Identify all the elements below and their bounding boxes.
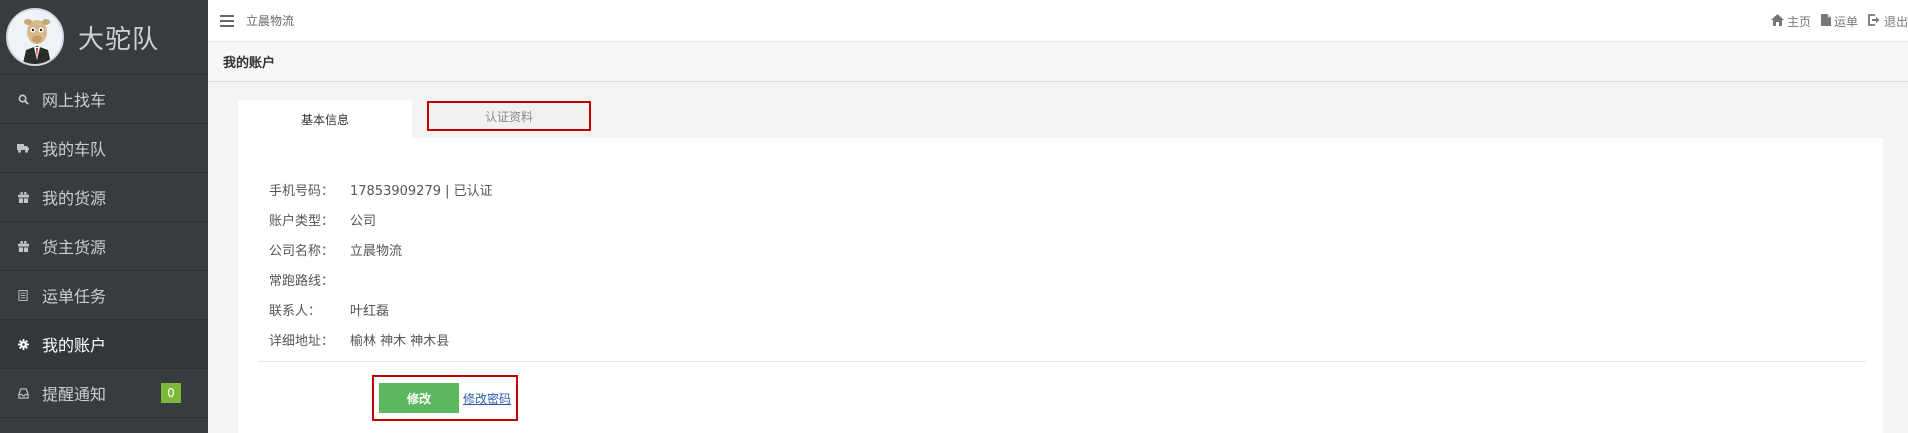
account-actions: 修改 修改密码 bbox=[372, 375, 518, 421]
gear-icon bbox=[16, 337, 30, 351]
sidebar: 大驼队 网上找车 我的车队 我的货源 货主货源 运单任务 我的账户 提醒通知 0 bbox=[0, 0, 208, 433]
home-icon bbox=[1770, 13, 1787, 29]
camel-logo-avatar bbox=[6, 8, 64, 66]
account-type-row: 账户类型： 公司 bbox=[269, 204, 493, 234]
contact-value: 叶红磊 bbox=[350, 303, 390, 319]
top-links: 主页 运单 退出 bbox=[1761, 0, 1908, 42]
sidebar-item-shipper-cargo[interactable]: 货主货源 bbox=[0, 222, 208, 271]
company-row: 公司名称： 立晨物流 bbox=[269, 234, 493, 264]
gift-icon bbox=[16, 239, 30, 253]
logout-icon bbox=[1868, 13, 1884, 29]
home-link[interactable]: 主页 bbox=[1770, 13, 1811, 30]
page-title: 我的账户 bbox=[208, 42, 1908, 82]
phone-label: 手机号码： bbox=[269, 183, 335, 199]
edit-button[interactable]: 修改 bbox=[379, 383, 459, 413]
tab-certification[interactable]: 认证资料 bbox=[427, 101, 591, 131]
file-icon bbox=[1820, 13, 1834, 29]
logout-link-label: 退出 bbox=[1883, 14, 1908, 29]
account-type-label: 账户类型： bbox=[269, 213, 335, 229]
gift-icon bbox=[16, 190, 30, 204]
menu-toggle-icon[interactable] bbox=[220, 14, 234, 27]
sidebar-item-label: 我的货源 bbox=[42, 189, 107, 208]
sidebar-item-label: 网上找车 bbox=[42, 91, 107, 110]
company-label: 公司名称： bbox=[269, 243, 335, 259]
truck-icon bbox=[16, 141, 30, 155]
route-row: 常跑路线： bbox=[269, 264, 493, 294]
waybill-link-label: 运单 bbox=[1833, 14, 1858, 29]
sidebar-item-label: 货主货源 bbox=[42, 238, 107, 257]
sidebar-item-my-cargo[interactable]: 我的货源 bbox=[0, 173, 208, 222]
basic-info-panel: 手机号码： 17853909279 | 已认证 账户类型： 公司 公司名称： 立… bbox=[238, 138, 1883, 433]
contact-row: 联系人： 叶红磊 bbox=[269, 294, 493, 324]
tab-basic-info[interactable]: 基本信息 bbox=[238, 100, 412, 138]
sidebar-item-find-vehicle[interactable]: 网上找车 bbox=[0, 75, 208, 124]
sidebar-item-waybill-tasks[interactable]: 运单任务 bbox=[0, 271, 208, 320]
phone-row: 手机号码： 17853909279 | 已认证 bbox=[269, 174, 493, 204]
sidebar-item-label: 我的账户 bbox=[42, 336, 107, 355]
notification-count-badge: 0 bbox=[161, 383, 181, 403]
company-title: 立晨物流 bbox=[246, 14, 295, 28]
sidebar-item-label: 我的车队 bbox=[42, 140, 107, 159]
divider bbox=[258, 361, 1866, 362]
brand-name: 大驼队 bbox=[78, 24, 160, 55]
home-link-label: 主页 bbox=[1786, 14, 1811, 29]
sidebar-item-label: 运单任务 bbox=[42, 287, 107, 306]
search-icon bbox=[16, 92, 30, 106]
account-info-list: 手机号码： 17853909279 | 已认证 账户类型： 公司 公司名称： 立… bbox=[269, 174, 493, 354]
list-icon bbox=[16, 288, 30, 302]
waybill-link[interactable]: 运单 bbox=[1820, 13, 1858, 30]
sidebar-menu: 网上找车 我的车队 我的货源 货主货源 运单任务 我的账户 提醒通知 0 bbox=[0, 75, 208, 418]
inbox-icon bbox=[16, 386, 30, 400]
change-password-link[interactable]: 修改密码 bbox=[463, 390, 511, 407]
sidebar-item-notifications[interactable]: 提醒通知 0 bbox=[0, 369, 208, 418]
contact-label: 联系人： bbox=[269, 303, 322, 319]
account-type-value: 公司 bbox=[350, 213, 377, 229]
account-tabs: 基本信息 认证资料 bbox=[238, 100, 591, 138]
address-label: 详细地址： bbox=[269, 333, 335, 349]
logout-link[interactable]: 退出 bbox=[1868, 13, 1908, 30]
company-value: 立晨物流 bbox=[350, 243, 403, 259]
top-bar: 立晨物流 主页 运单 退出 bbox=[208, 0, 1908, 42]
brand: 大驼队 bbox=[0, 0, 208, 75]
route-label: 常跑路线： bbox=[269, 273, 335, 289]
phone-value: 17853909279 | 已认证 bbox=[350, 183, 493, 199]
sidebar-item-my-account[interactable]: 我的账户 bbox=[0, 320, 208, 369]
address-row: 详细地址： 榆林 神木 神木县 bbox=[269, 324, 493, 354]
sidebar-item-my-fleet[interactable]: 我的车队 bbox=[0, 124, 208, 173]
sidebar-item-label: 提醒通知 bbox=[42, 385, 107, 404]
address-value: 榆林 神木 神木县 bbox=[350, 333, 450, 349]
